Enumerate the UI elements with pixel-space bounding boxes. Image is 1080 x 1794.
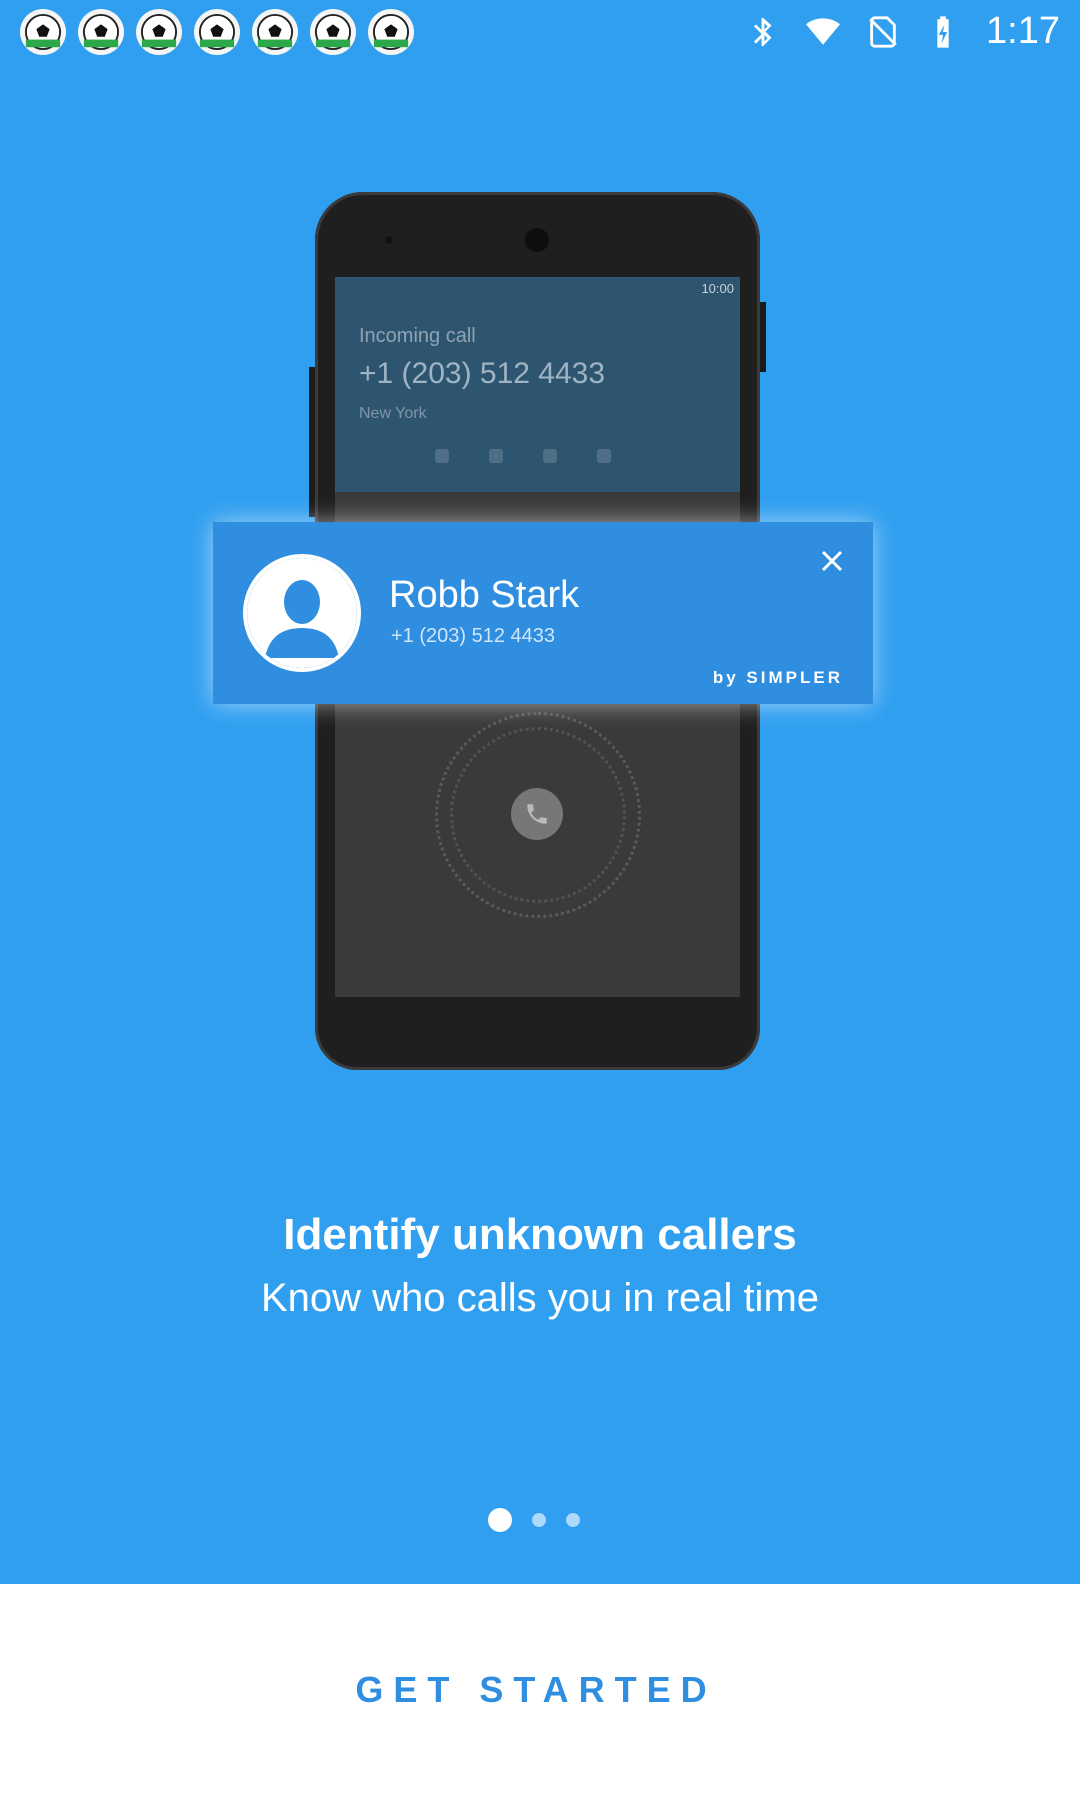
- mini-status-time: 10:00: [701, 281, 734, 296]
- get-started-button[interactable]: GET STARTED: [10, 1624, 1062, 1756]
- hero-image: 10:00 Incoming call +1 (203) 512 4433 Ne…: [205, 182, 880, 1082]
- page-dot-1[interactable]: [488, 1508, 512, 1532]
- soccer-ball-icon: [368, 8, 414, 55]
- brand-label: by SIMPLER: [712, 668, 843, 687]
- person-icon: [247, 558, 357, 668]
- caller-name: Robb Stark: [389, 574, 580, 616]
- clock: 1:17: [986, 10, 1060, 52]
- soccer-ball-icon: [194, 8, 240, 55]
- speaker-icon: [435, 449, 449, 463]
- no-sim-icon: [869, 15, 897, 48]
- wifi-icon: [806, 17, 841, 45]
- dialpad-icon: [543, 449, 557, 463]
- soccer-ball-icon: [136, 8, 182, 55]
- close-icon: [817, 546, 847, 576]
- battery-charging-icon: [937, 15, 949, 48]
- call-control-icons: [435, 449, 611, 463]
- page-subtitle: Know who calls you in real time: [260, 1276, 820, 1320]
- phone-speaker: [525, 228, 549, 252]
- soccer-ball-icon: [310, 8, 356, 55]
- add-call-icon: [597, 449, 611, 463]
- phone-power-button: [760, 302, 766, 372]
- soccer-ball-icon: [78, 8, 124, 55]
- incoming-call-panel: 10:00 Incoming call +1 (203) 512 4433 Ne…: [335, 277, 740, 492]
- notification-icons: [20, 8, 414, 55]
- mute-icon: [489, 449, 503, 463]
- page-indicator[interactable]: [488, 1508, 580, 1532]
- page-dot-3[interactable]: [566, 1513, 580, 1527]
- incoming-call-title: Incoming call: [359, 325, 476, 347]
- soccer-ball-icon: [20, 8, 66, 55]
- bottom-bar: GET STARTED: [0, 1584, 1080, 1794]
- page-title: Identify unknown callers: [283, 1210, 797, 1259]
- incoming-call-number: +1 (203) 512 4433: [359, 357, 606, 390]
- status-bar: 1:17: [0, 0, 1080, 63]
- incoming-call-city: New York: [359, 405, 427, 422]
- system-status: 1:17: [746, 10, 1060, 53]
- soccer-ball-icon: [252, 8, 298, 55]
- phone-side-button: [309, 367, 315, 517]
- phone-sensor: [385, 236, 393, 244]
- caller-number: +1 (203) 512 4433: [391, 625, 556, 647]
- bluetooth-icon: [753, 17, 772, 46]
- page-dot-2[interactable]: [532, 1513, 546, 1527]
- caller-id-card: Robb Stark +1 (203) 512 4433 by SIMPLER: [213, 522, 873, 704]
- phone-call-icon: [511, 788, 563, 840]
- avatar: [243, 554, 361, 672]
